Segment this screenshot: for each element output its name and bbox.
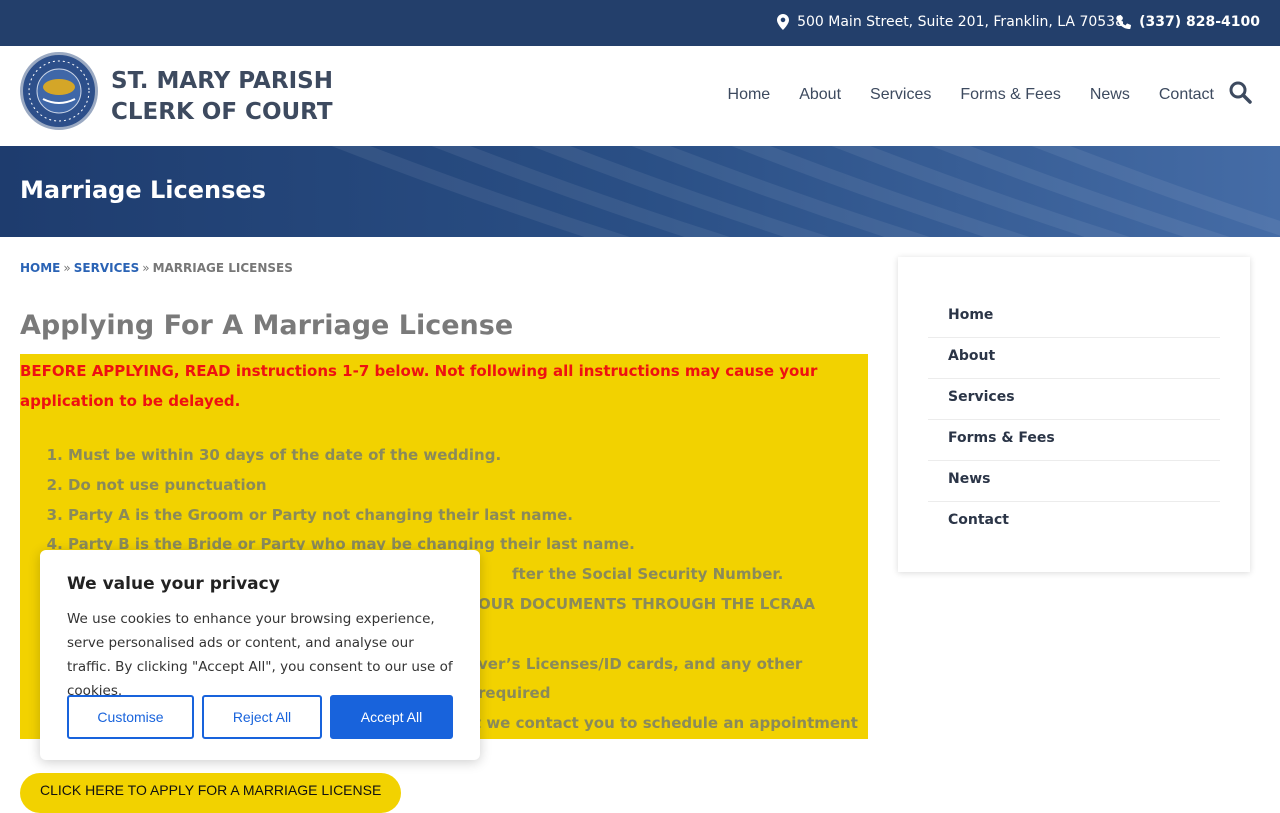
breadcrumb-home[interactable]: HOME — [20, 261, 60, 275]
list-item: Party A is the Groom or Party not changi… — [68, 501, 868, 531]
address-block[interactable]: 500 Main Street, Suite 201, Franklin, LA… — [777, 14, 1124, 30]
cookie-consent-dialog: We value your privacy We use cookies to … — [40, 550, 480, 760]
sidebar-item-about[interactable]: About — [928, 338, 1220, 379]
phone-text: (337) 828-4100 — [1139, 14, 1260, 30]
phone-icon — [1117, 15, 1132, 29]
breadcrumb-services[interactable]: SERVICES — [74, 261, 139, 275]
page-title: Marriage Licenses — [20, 176, 266, 204]
nav-about[interactable]: About — [799, 86, 841, 104]
site-title-line2: CLERK OF COURT — [111, 99, 333, 125]
site-title[interactable]: ST. MARY PARISH CLERK OF COURT — [111, 66, 333, 128]
sidebar-nav: Home About Services Forms & Fees News Co… — [898, 257, 1250, 572]
search-icon[interactable] — [1228, 80, 1252, 104]
nav-home[interactable]: Home — [728, 86, 771, 104]
reject-all-button[interactable]: Reject All — [202, 695, 322, 739]
map-pin-icon — [777, 14, 790, 30]
breadcrumb: HOME» SERVICES» MARRIAGE LICENSES — [20, 261, 293, 275]
breadcrumb-current: MARRIAGE LICENSES — [152, 261, 293, 275]
page-hero-banner: Marriage Licenses — [0, 146, 1280, 237]
breadcrumb-separator: » — [63, 261, 71, 275]
sidebar-item-contact[interactable]: Contact — [928, 502, 1220, 543]
sidebar-item-forms-fees[interactable]: Forms & Fees — [928, 420, 1220, 461]
seal-graphic — [25, 57, 93, 125]
site-header: ST. MARY PARISH CLERK OF COURT Home Abou… — [0, 46, 1280, 146]
sidebar-item-home[interactable]: Home — [928, 297, 1220, 338]
nav-services[interactable]: Services — [870, 86, 931, 104]
parish-seal-logo[interactable] — [20, 52, 98, 130]
site-title-line1: ST. MARY PARISH — [111, 68, 333, 94]
warning-text: BEFORE APPLYING, READ instructions 1-7 b… — [20, 362, 818, 410]
cookie-body: We use cookies to enhance your browsing … — [67, 611, 453, 699]
nav-contact[interactable]: Contact — [1159, 86, 1214, 104]
top-info-bar: 500 Main Street, Suite 201, Franklin, LA… — [0, 0, 1280, 46]
breadcrumb-separator: » — [142, 261, 150, 275]
accept-all-button[interactable]: Accept All — [330, 695, 453, 739]
apply-marriage-license-button[interactable]: CLICK HERE TO APPLY FOR A MARRIAGE LICEN… — [20, 773, 402, 813]
sidebar-item-news[interactable]: News — [928, 461, 1220, 502]
phone-block[interactable]: (337) 828-4100 — [1117, 14, 1260, 30]
cookie-title: We value your privacy — [67, 574, 280, 594]
nav-news[interactable]: News — [1090, 86, 1130, 104]
main-nav: Home About Services Forms & Fees News Co… — [728, 86, 1214, 104]
nav-forms-fees[interactable]: Forms & Fees — [960, 86, 1060, 104]
address-text: 500 Main Street, Suite 201, Franklin, LA… — [797, 14, 1124, 30]
sidebar-item-services[interactable]: Services — [928, 379, 1220, 420]
section-heading: Applying For A Marriage License — [20, 310, 514, 341]
customise-button[interactable]: Customise — [67, 695, 194, 739]
list-item: Must be within 30 days of the date of th… — [68, 441, 868, 471]
list-item: Do not use punctuation — [68, 471, 868, 501]
